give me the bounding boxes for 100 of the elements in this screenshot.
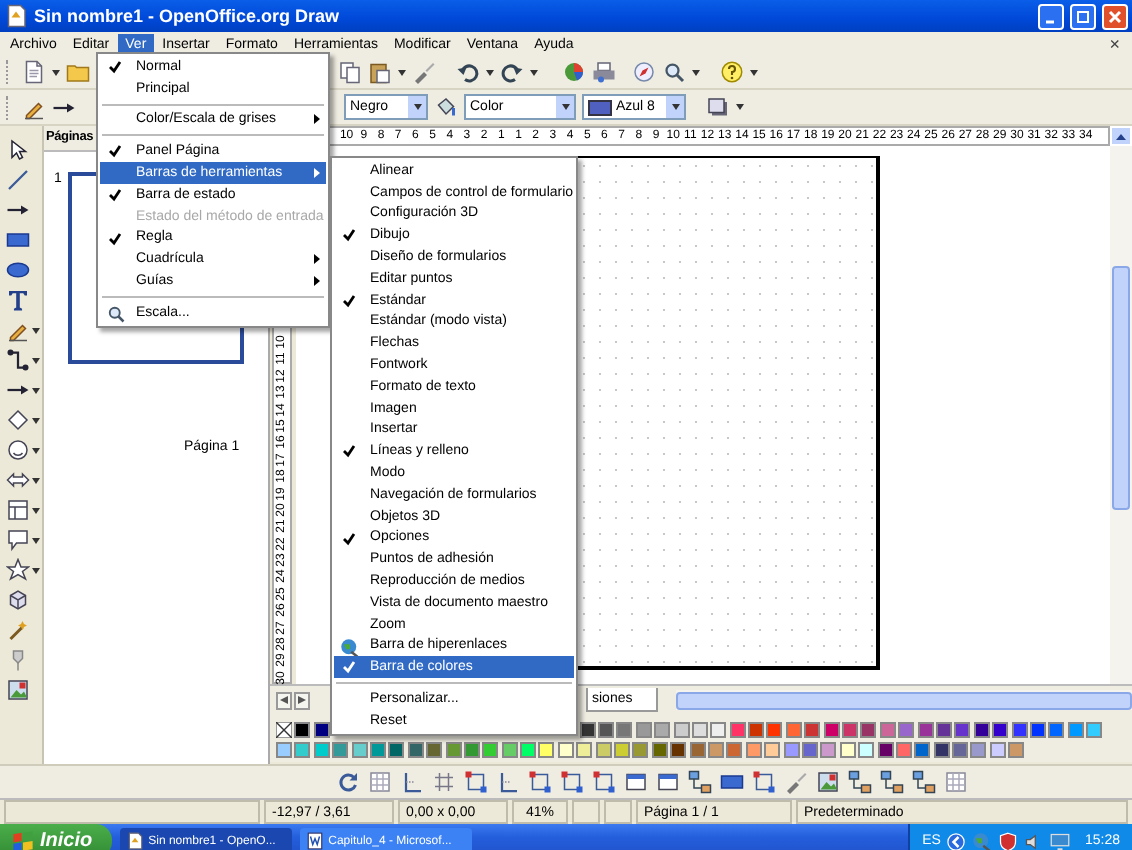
color-swatch[interactable] bbox=[673, 722, 690, 738]
doublearrow-icon[interactable] bbox=[6, 468, 30, 492]
close-document-button[interactable]: × bbox=[1109, 34, 1120, 54]
color-swatch[interactable] bbox=[313, 742, 330, 758]
wand-icon[interactable] bbox=[6, 618, 30, 642]
color-swatch[interactable] bbox=[689, 742, 706, 758]
color-swatch[interactable] bbox=[933, 742, 950, 758]
points-icon[interactable] bbox=[528, 770, 552, 794]
no-fill-swatch[interactable] bbox=[276, 722, 292, 738]
color-swatch[interactable] bbox=[407, 742, 424, 758]
color-swatch[interactable] bbox=[576, 742, 593, 758]
color-swatch[interactable] bbox=[632, 742, 649, 758]
dropdown-caret-icon[interactable] bbox=[32, 537, 40, 543]
color-swatch[interactable] bbox=[710, 722, 727, 738]
color-swatch[interactable] bbox=[313, 722, 330, 738]
color-swatch[interactable] bbox=[1011, 722, 1028, 738]
color-swatch[interactable] bbox=[764, 742, 781, 758]
grid-icon[interactable] bbox=[944, 770, 968, 794]
color-swatch[interactable] bbox=[748, 722, 765, 738]
color-swatch[interactable] bbox=[294, 742, 311, 758]
image-icon[interactable] bbox=[6, 678, 30, 702]
color-swatch[interactable] bbox=[707, 742, 724, 758]
pie-icon[interactable] bbox=[562, 60, 586, 84]
grid-icon[interactable] bbox=[368, 770, 392, 794]
line-icon[interactable] bbox=[6, 168, 30, 192]
color-swatch[interactable] bbox=[952, 742, 969, 758]
star-icon[interactable] bbox=[6, 558, 30, 582]
globe-icon[interactable] bbox=[972, 831, 993, 850]
color-swatch[interactable] bbox=[445, 742, 462, 758]
snap-icon[interactable] bbox=[496, 770, 520, 794]
help-icon[interactable] bbox=[720, 60, 744, 84]
first-tab-button[interactable] bbox=[276, 691, 292, 709]
color-swatch[interactable] bbox=[635, 722, 652, 738]
toolbar-grip[interactable] bbox=[6, 95, 12, 119]
dropdown-caret-icon[interactable] bbox=[32, 417, 40, 423]
color-swatch[interactable] bbox=[1067, 722, 1084, 738]
smiley-icon[interactable] bbox=[6, 438, 30, 462]
callout-icon[interactable] bbox=[6, 528, 30, 552]
grid-lines-icon[interactable] bbox=[432, 770, 456, 794]
nodes-icon[interactable] bbox=[912, 770, 936, 794]
ellipse-icon[interactable] bbox=[6, 258, 30, 282]
back-arrow-icon[interactable] bbox=[946, 831, 967, 850]
color-swatch[interactable] bbox=[691, 722, 708, 738]
close-button[interactable] bbox=[1102, 3, 1128, 29]
color-swatch[interactable] bbox=[858, 742, 875, 758]
color-swatch[interactable] bbox=[895, 742, 912, 758]
color-swatch[interactable] bbox=[783, 742, 800, 758]
nodes-icon[interactable] bbox=[848, 770, 872, 794]
color-swatch[interactable] bbox=[1008, 742, 1025, 758]
snap-icon[interactable] bbox=[400, 770, 424, 794]
color-swatch[interactable] bbox=[579, 722, 596, 738]
dropdown-caret-icon[interactable] bbox=[32, 357, 40, 363]
color-swatch[interactable] bbox=[616, 722, 633, 738]
points-icon[interactable] bbox=[464, 770, 488, 794]
shadow-icon[interactable] bbox=[706, 95, 730, 119]
dropdown-caret-icon[interactable] bbox=[413, 104, 421, 110]
color-swatch[interactable] bbox=[992, 722, 1009, 738]
diamond-icon[interactable] bbox=[6, 408, 30, 432]
color-swatch[interactable] bbox=[804, 722, 821, 738]
maximize-button[interactable] bbox=[1070, 3, 1096, 29]
color-swatch[interactable] bbox=[917, 722, 934, 738]
dropdown-caret-icon[interactable] bbox=[736, 104, 744, 110]
color-swatch[interactable] bbox=[520, 742, 537, 758]
dropdown-caret-icon[interactable] bbox=[52, 69, 60, 75]
color-swatch[interactable] bbox=[785, 722, 802, 738]
image-icon[interactable] bbox=[816, 770, 840, 794]
monitor-icon[interactable] bbox=[1050, 831, 1071, 850]
brush-icon[interactable] bbox=[784, 770, 808, 794]
color-swatch[interactable] bbox=[388, 742, 405, 758]
printer-icon[interactable] bbox=[592, 60, 616, 84]
color-swatch[interactable] bbox=[557, 742, 574, 758]
color-swatch[interactable] bbox=[369, 742, 386, 758]
color-swatch[interactable] bbox=[839, 742, 856, 758]
paste-icon[interactable] bbox=[368, 60, 392, 84]
points-icon[interactable] bbox=[560, 770, 584, 794]
color-swatch[interactable] bbox=[426, 742, 443, 758]
dropdown-caret-icon[interactable] bbox=[32, 507, 40, 513]
color-swatch[interactable] bbox=[935, 722, 952, 738]
color-swatch[interactable] bbox=[670, 742, 687, 758]
dropdown-caret-icon[interactable] bbox=[398, 69, 406, 75]
color-swatch[interactable] bbox=[914, 742, 931, 758]
color-swatch[interactable] bbox=[501, 742, 518, 758]
color-swatch[interactable] bbox=[973, 722, 990, 738]
color-swatch[interactable] bbox=[332, 742, 349, 758]
color-swatch[interactable] bbox=[989, 742, 1006, 758]
frame-icon[interactable] bbox=[656, 770, 680, 794]
color-swatch[interactable] bbox=[614, 742, 631, 758]
color-swatch[interactable] bbox=[351, 742, 368, 758]
undo-icon[interactable] bbox=[456, 60, 480, 84]
bucket-icon[interactable] bbox=[434, 95, 458, 119]
toolbar-grip[interactable] bbox=[6, 60, 12, 84]
dropdown-caret-icon[interactable] bbox=[32, 327, 40, 333]
color-swatch[interactable] bbox=[1029, 722, 1046, 738]
copy-icon[interactable] bbox=[338, 60, 362, 84]
color-swatch[interactable] bbox=[294, 722, 311, 738]
text-icon[interactable] bbox=[6, 288, 30, 312]
compass-icon[interactable] bbox=[632, 60, 656, 84]
document-icon[interactable] bbox=[22, 60, 46, 84]
color-swatch[interactable] bbox=[276, 742, 292, 758]
dropdown-caret-icon[interactable] bbox=[32, 387, 40, 393]
